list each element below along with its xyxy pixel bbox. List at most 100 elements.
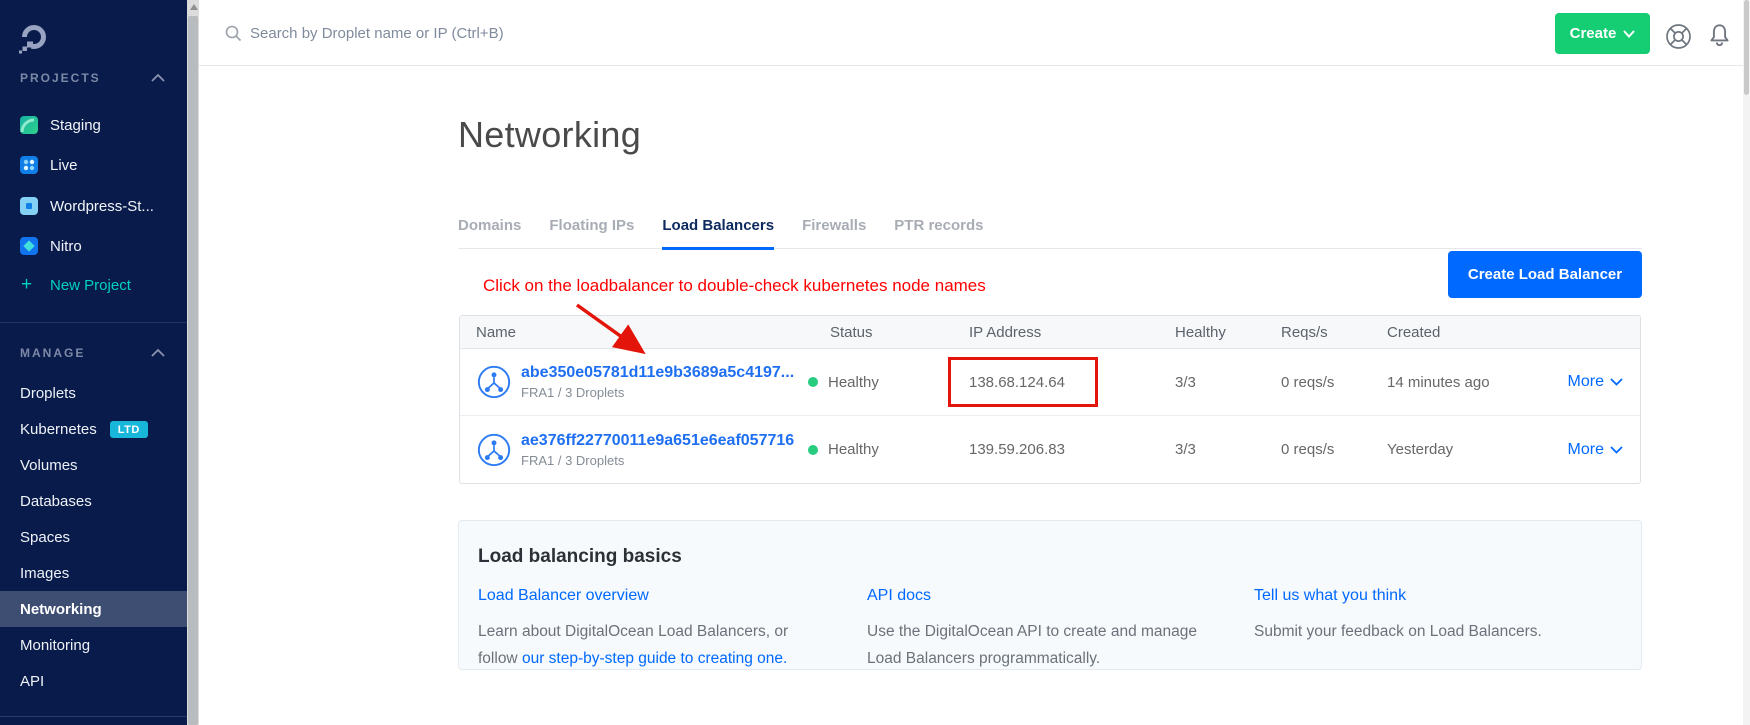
healthy-status-dot <box>808 377 818 387</box>
load-balancer-subtitle: FRA1 / 3 Droplets <box>521 385 794 400</box>
created-time: Yesterday <box>1387 441 1556 458</box>
basics-column-feedback: Tell us what you think Submit your feedb… <box>1254 587 1641 672</box>
sidebar: PROJECTS Staging Live Wordpress-St... Ni… <box>0 0 187 725</box>
search-icon <box>225 25 242 42</box>
sidebar-item-databases[interactable]: Databases <box>0 483 187 519</box>
table-row: abe350e05781d11e9b3689a5c4197... FRA1 / … <box>460 349 1640 416</box>
live-project-icon <box>20 156 38 174</box>
tab-firewalls[interactable]: Firewalls <box>802 217 866 248</box>
create-button-label: Create <box>1570 25 1617 42</box>
staging-project-icon <box>20 116 38 134</box>
sidebar-item-droplets[interactable]: Droplets <box>0 375 187 411</box>
load-balancer-name-link[interactable]: ae376ff22770011e9a651e6eaf057716 <box>521 432 794 450</box>
main-content: Networking Domains Floating IPs Load Bal… <box>199 67 1743 725</box>
sidebar-item-networking[interactable]: Networking <box>0 591 187 627</box>
healthy-count: 3/3 <box>1175 374 1281 391</box>
sidebar-item-spaces[interactable]: Spaces <box>0 519 187 555</box>
tab-floating-ips[interactable]: Floating IPs <box>549 217 634 248</box>
top-bar: Create <box>199 0 1750 66</box>
sidebar-item-kubernetes[interactable]: Kubernetes LTD <box>0 411 187 447</box>
load-balancer-subtitle: FRA1 / 3 Droplets <box>521 453 794 468</box>
column-header-status: Status <box>808 324 969 341</box>
scroll-up-arrow-icon[interactable] <box>190 4 198 10</box>
sidebar-item-staging[interactable]: Staging <box>0 105 187 145</box>
ltd-badge: LTD <box>110 421 148 438</box>
new-project-label: New Project <box>50 277 131 294</box>
basics-title: Load balancing basics <box>478 546 1641 568</box>
sidebar-item-monitoring[interactable]: Monitoring <box>0 627 187 663</box>
healthy-count: 3/3 <box>1175 441 1281 458</box>
more-menu-button[interactable]: More <box>1556 441 1642 459</box>
basics-column-overview: Load Balancer overview Learn about Digit… <box>478 587 867 672</box>
load-balancer-table: Name Status IP Address Healthy Reqs/s Cr… <box>459 315 1641 484</box>
status-text: Healthy <box>828 374 879 391</box>
sidebar-item-label: Nitro <box>50 238 82 255</box>
sidebar-item-api[interactable]: API <box>0 663 187 699</box>
plus-icon: + <box>21 276 32 294</box>
networking-tabs: Domains Floating IPs Load Balancers Fire… <box>458 217 1642 249</box>
sidebar-item-nitro[interactable]: Nitro <box>0 226 187 266</box>
basics-column-api: API docs Use the DigitalOcean API to cre… <box>867 587 1254 672</box>
global-search[interactable] <box>225 0 730 66</box>
table-row: ae376ff22770011e9a651e6eaf057716 FRA1 / … <box>460 416 1640 483</box>
ip-address: 139.59.206.83 <box>969 441 1175 458</box>
sidebar-item-label: Staging <box>50 117 101 134</box>
column-header-reqs: Reqs/s <box>1281 324 1387 341</box>
load-balancer-name-link[interactable]: abe350e05781d11e9b3689a5c4197... <box>521 364 794 382</box>
tab-domains[interactable]: Domains <box>458 217 521 248</box>
requests-per-second: 0 reqs/s <box>1281 374 1387 391</box>
tab-load-balancers[interactable]: Load Balancers <box>662 217 774 250</box>
load-balancing-basics-card: Load balancing basics Load Balancer over… <box>458 520 1642 670</box>
load-balancer-overview-link[interactable]: Load Balancer overview <box>478 587 867 605</box>
load-balancer-icon <box>476 364 512 400</box>
sidebar-divider <box>0 716 187 717</box>
sidebar-item-label: Live <box>50 157 78 174</box>
feedback-link[interactable]: Tell us what you think <box>1254 587 1641 605</box>
status-text: Healthy <box>828 441 879 458</box>
sidebar-scrollbar-thumb[interactable] <box>188 16 198 725</box>
column-header-healthy: Healthy <box>1175 324 1281 341</box>
created-time: 14 minutes ago <box>1387 374 1556 391</box>
page-title: Networking <box>458 114 641 156</box>
search-input[interactable] <box>250 25 730 42</box>
sidebar-scrollbar[interactable] <box>187 0 199 725</box>
column-header-created: Created <box>1387 324 1556 341</box>
projects-collapse-chevron-icon[interactable] <box>151 74 165 82</box>
basics-body-text: Use the DigitalOcean API to create and m… <box>867 618 1217 672</box>
chevron-down-icon <box>1623 30 1635 38</box>
help-lifebuoy-icon[interactable] <box>1665 23 1692 50</box>
requests-per-second: 0 reqs/s <box>1281 441 1387 458</box>
annotation-note: Click on the loadbalancer to double-chec… <box>483 276 986 296</box>
manage-collapse-chevron-icon[interactable] <box>151 349 165 357</box>
new-project-button[interactable]: + New Project <box>0 266 187 304</box>
sidebar-item-volumes[interactable]: Volumes <box>0 447 187 483</box>
sidebar-divider <box>0 322 187 323</box>
nitro-project-icon <box>20 237 38 255</box>
page-scrollbar[interactable] <box>1743 0 1750 725</box>
column-header-name: Name <box>460 324 808 341</box>
healthy-status-dot <box>808 445 818 455</box>
notifications-bell-icon[interactable] <box>1706 22 1733 50</box>
ip-address: 138.68.124.64 <box>969 374 1175 391</box>
basics-body-text: Submit your feedback on Load Balancers. <box>1254 618 1604 645</box>
column-header-ip: IP Address <box>969 324 1175 341</box>
digitalocean-logo-icon[interactable] <box>18 24 48 55</box>
sidebar-item-wordpress[interactable]: Wordpress-St... <box>0 186 187 226</box>
wordpress-project-icon <box>20 197 38 215</box>
sidebar-item-live[interactable]: Live <box>0 145 187 185</box>
api-docs-link[interactable]: API docs <box>867 587 1254 605</box>
sidebar-item-images[interactable]: Images <box>0 555 187 591</box>
create-button[interactable]: Create <box>1555 13 1650 54</box>
page-scrollbar-thumb[interactable] <box>1744 0 1749 95</box>
chevron-down-icon <box>1610 378 1623 386</box>
sidebar-item-label: Wordpress-St... <box>50 198 154 215</box>
load-balancer-icon <box>476 432 512 468</box>
projects-section-header: PROJECTS <box>20 71 101 85</box>
table-header-row: Name Status IP Address Healthy Reqs/s Cr… <box>460 316 1640 349</box>
step-by-step-guide-link[interactable]: our step-by-step guide to creating one. <box>522 650 787 667</box>
tab-ptr-records[interactable]: PTR records <box>894 217 983 248</box>
kubernetes-label: Kubernetes <box>20 421 97 438</box>
manage-section-header: MANAGE <box>20 346 85 360</box>
more-menu-button[interactable]: More <box>1556 373 1642 391</box>
create-load-balancer-button[interactable]: Create Load Balancer <box>1448 251 1642 298</box>
